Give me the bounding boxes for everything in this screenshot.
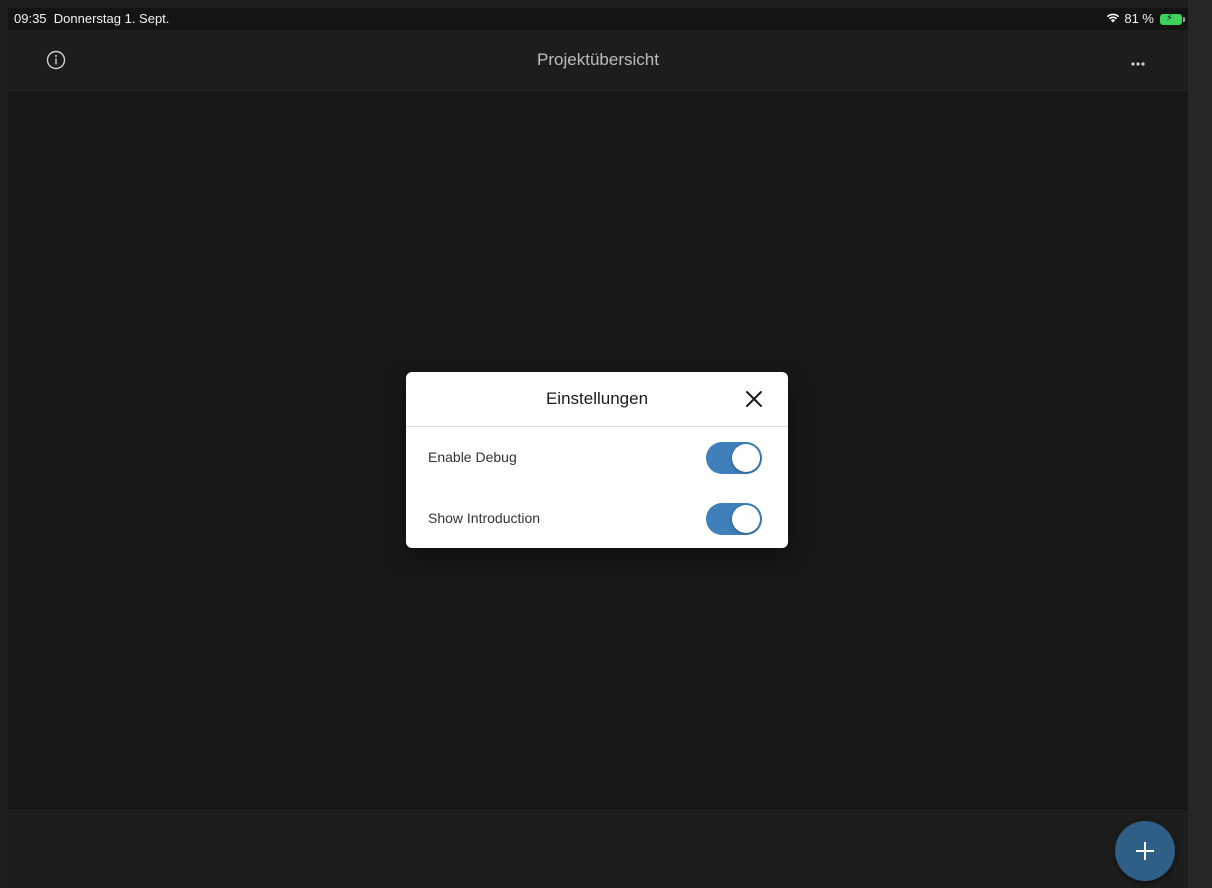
bottom-bar: [8, 808, 1188, 888]
enable-debug-toggle[interactable]: [706, 442, 762, 474]
add-project-button[interactable]: [1115, 821, 1175, 881]
app-window: 09:35 Donnerstag 1. Sept. 81 % ⚡ Projekt…: [8, 8, 1188, 888]
close-icon[interactable]: [744, 389, 764, 409]
page-title: Projektübersicht: [537, 50, 659, 69]
toggle-knob: [732, 505, 760, 533]
more-horizontal-icon[interactable]: [1126, 56, 1150, 66]
setting-row-debug: Enable Debug: [406, 427, 788, 488]
status-clock: 09:35: [14, 11, 47, 26]
navigation-bar: Projektübersicht: [8, 30, 1188, 91]
toggle-knob: [732, 444, 760, 472]
status-bar: 09:35 Donnerstag 1. Sept. 81 % ⚡: [8, 8, 1188, 30]
status-indicators: 81 % ⚡: [1106, 8, 1185, 30]
dialog-header: Einstellungen: [406, 372, 788, 427]
screen: 09:35 Donnerstag 1. Sept. 81 % ⚡ Projekt…: [0, 0, 1212, 888]
dialog-title: Einstellungen: [545, 389, 649, 408]
wifi-icon: [1106, 8, 1120, 30]
window-edge: [1188, 0, 1212, 888]
battery-percent: 81 %: [1124, 11, 1154, 26]
battery-charging-icon: ⚡: [1160, 13, 1185, 25]
setting-label: Enable Debug: [428, 449, 517, 465]
status-date: Donnerstag 1. Sept.: [53, 11, 170, 26]
status-time: 09:35 Donnerstag 1. Sept.: [14, 8, 169, 30]
show-introduction-toggle[interactable]: [706, 503, 762, 535]
setting-row-introduction: Show Introduction: [406, 488, 788, 548]
setting-label: Show Introduction: [428, 510, 541, 526]
plus-icon: [1136, 842, 1154, 860]
settings-dialog: Einstellungen Enable Debug Show Introduc…: [406, 372, 788, 548]
